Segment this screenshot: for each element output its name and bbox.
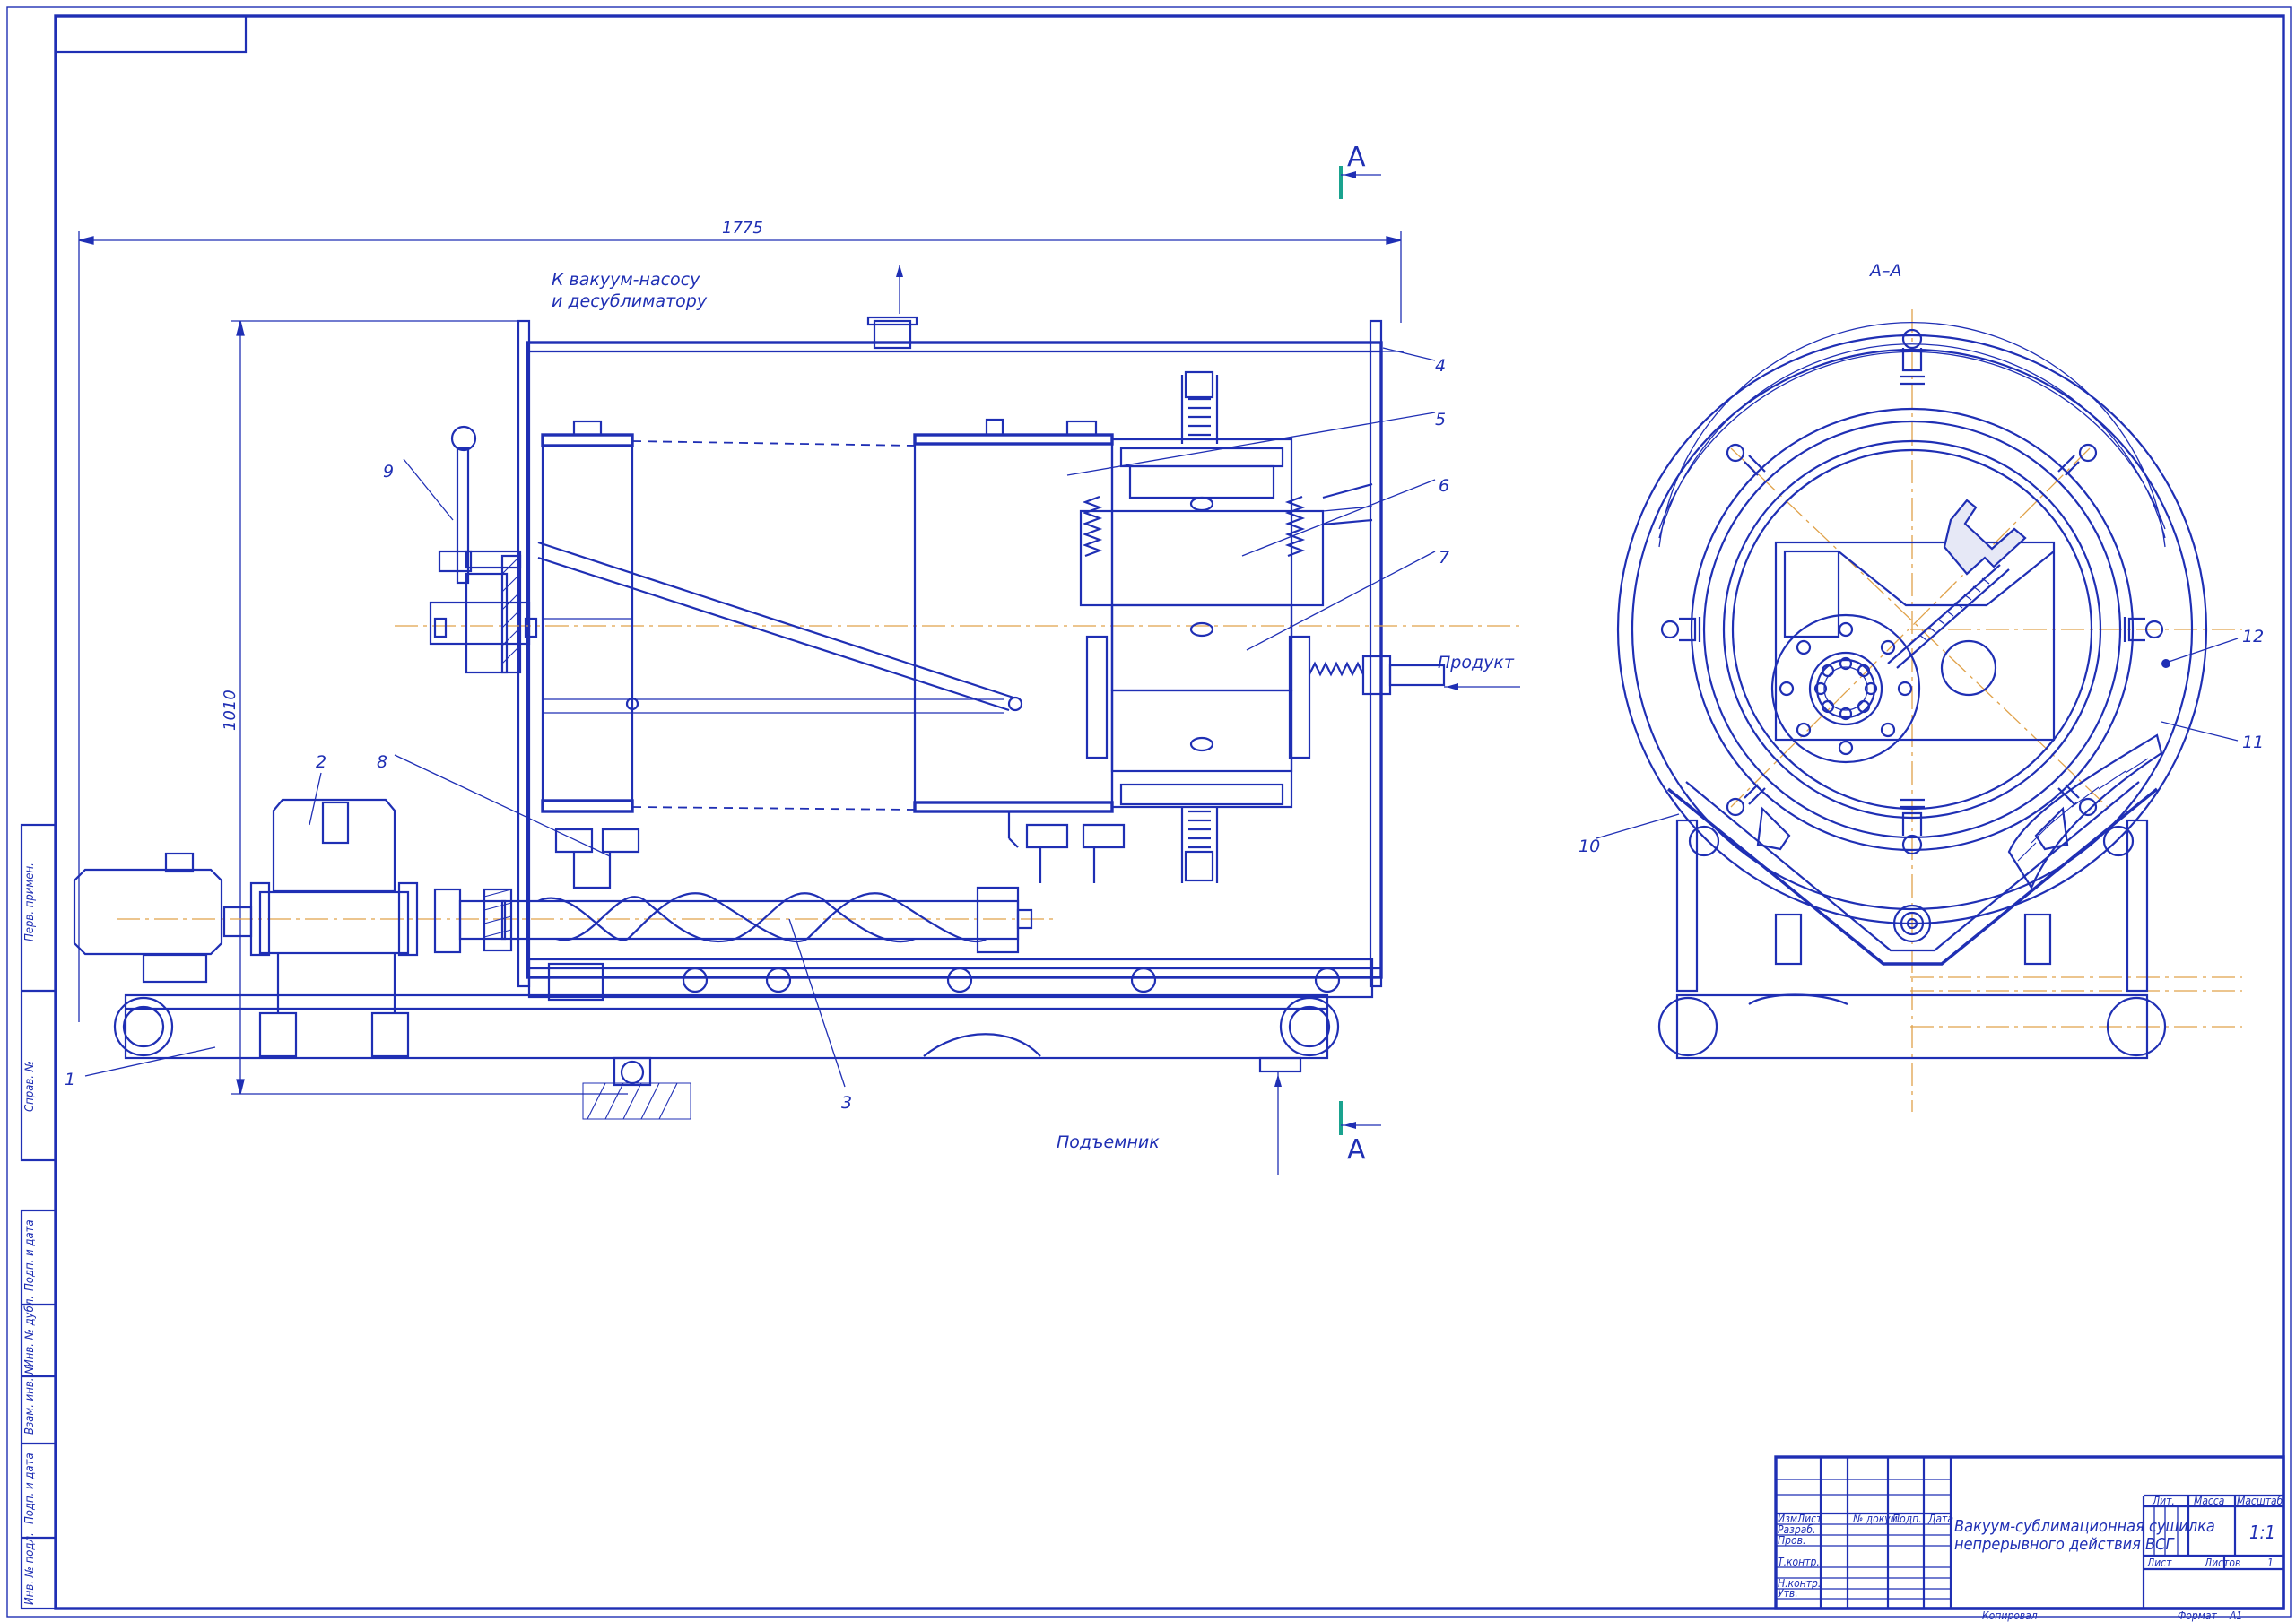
stamp-label-sign-date-2: Подп. и дата: [23, 1453, 37, 1524]
section-view: [1616, 309, 2242, 1112]
tb-format-label: Формат: [2178, 1609, 2218, 1622]
stamp-label-orig-inv: Инв. № подл.: [23, 1532, 37, 1605]
tb-format-value: А1: [2229, 1609, 2242, 1622]
stamp-label-sign-date-1: Подп. и дата: [23, 1219, 37, 1291]
tb-role-approved: Утв.: [1778, 1587, 1798, 1600]
stamp-label-first-use: Перв. примен.: [23, 863, 37, 941]
tb-scale-label: Масштаб: [2237, 1495, 2283, 1507]
base-frame: Подъемник: [113, 958, 1374, 1175]
vessel-supports: [554, 823, 1126, 889]
stamp-label-ref-no: Справ. №: [23, 1061, 37, 1112]
tb-sheet-label: Лист: [2146, 1557, 2172, 1569]
dimension-length-label: 1775: [722, 219, 763, 238]
callout-12: 12: [2242, 627, 2264, 646]
drum-left: [541, 420, 1004, 813]
callout-11: 11: [2242, 733, 2264, 752]
stamp-label-dup-inv: Инв. № дубл.: [23, 1296, 37, 1367]
section-marker-bottom: A: [1339, 1101, 1381, 1166]
drive-mechanism: [1079, 370, 1373, 883]
motor-gearbox: [73, 798, 507, 1058]
tb-mass-label: Масса: [2194, 1495, 2224, 1507]
lift-label: Подъемник: [1057, 1132, 1160, 1152]
callout-2: 2: [316, 752, 326, 772]
stamp-label-repl-inv: Взам. инв. №: [23, 1364, 37, 1435]
callout-4: 4: [1435, 356, 1446, 376]
title-block: Изм. Лист № докум. Подп. Дата Разраб. Пр…: [1774, 1455, 2285, 1622]
tb-role-tech-control: Т.контр.: [1778, 1556, 1820, 1568]
tb-role-checker: Пров.: [1778, 1534, 1805, 1547]
tb-scale-value: 1:1: [2249, 1522, 2275, 1543]
tb-sheets-value: 1: [2267, 1557, 2274, 1569]
callout-8: 8: [377, 752, 387, 772]
dimension-height-label: 1010: [221, 690, 239, 731]
lever-assembly: [429, 425, 538, 674]
technical-drawing-sheet: Перв. примен. Справ. № Подп. и дата Инв.…: [6, 6, 2292, 1622]
section-marker-top: A: [1339, 142, 1381, 199]
callout-6: 6: [1439, 476, 1449, 496]
tb-title-line-1: Вакуум-сублимационная сушилка: [1954, 1517, 2215, 1536]
callout-5: 5: [1435, 410, 1446, 429]
product-label: Продукт: [1438, 653, 1515, 672]
section-view-title: А–А: [1868, 261, 1902, 281]
vacuum-note: К вакуум-насосу и десублиматору: [552, 270, 708, 311]
section-letter-top: A: [1347, 142, 1366, 173]
tb-title-line-2: непрерывного действия ВСГ: [1954, 1535, 2175, 1554]
callout-1: 1: [65, 1070, 75, 1089]
section-letter-bottom: A: [1347, 1134, 1366, 1166]
tb-sheets-label: Листов: [2204, 1557, 2240, 1569]
side-stamp: Перв. примен. Справ. № Подп. и дата Инв.…: [20, 823, 57, 1610]
tb-copied-label: Копировал: [1982, 1609, 2038, 1622]
vacuum-note-line-2: и десублиматору: [552, 291, 708, 311]
callout-9: 9: [383, 462, 394, 481]
vacuum-note-line-1: К вакуум-насосу: [552, 270, 700, 290]
bolt-circle: [1779, 621, 1913, 756]
sheet-frame: [6, 6, 2292, 1618]
drum-right: [913, 418, 1114, 848]
tb-col-date: Дата: [1927, 1513, 1953, 1525]
tb-lit-label: Лит.: [2152, 1495, 2175, 1507]
callout-10: 10: [1578, 837, 1600, 856]
tb-col-sign: Подп.: [1892, 1513, 1922, 1525]
callout-3: 3: [841, 1093, 852, 1113]
product-inlet: Продукт: [1309, 653, 1520, 696]
callout-7: 7: [1439, 548, 1449, 568]
screw-conveyor: [483, 886, 1033, 954]
